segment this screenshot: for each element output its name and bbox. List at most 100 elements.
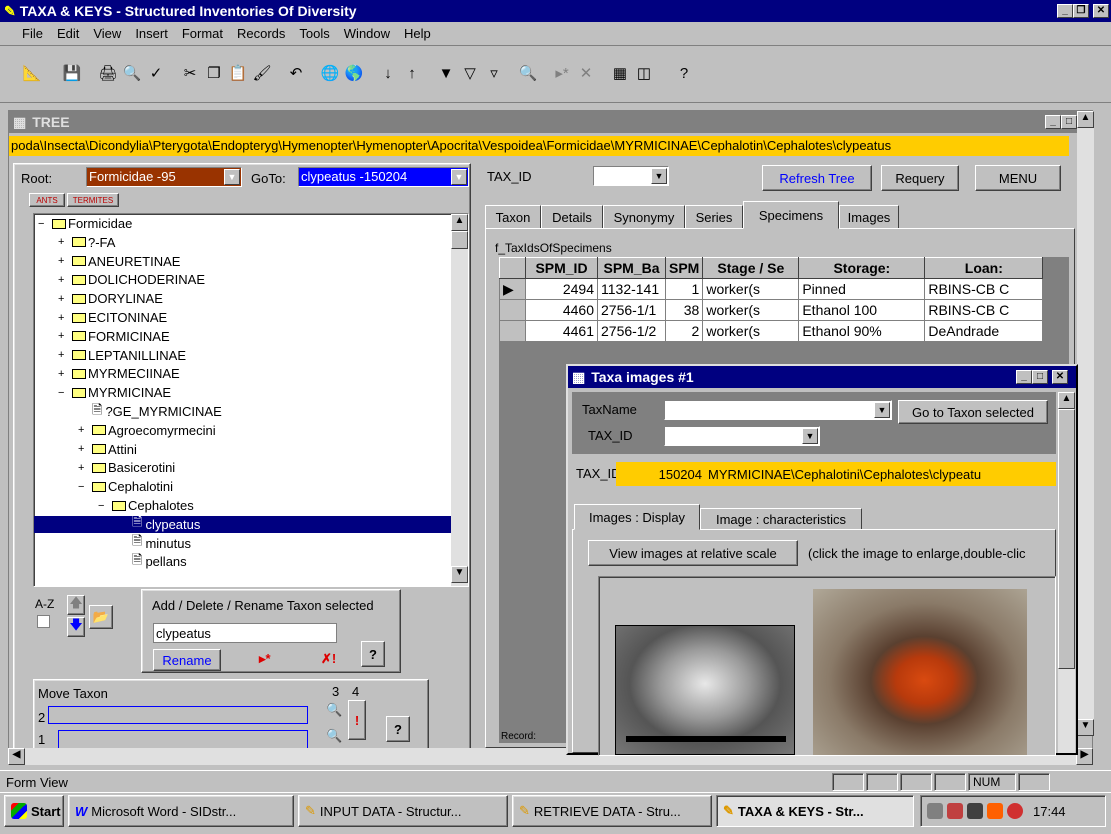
hyperlink-icon[interactable]: 🌎 <box>342 59 366 87</box>
table-cell[interactable]: 2 <box>664 320 704 342</box>
new-record-icon[interactable]: ▸* <box>550 59 574 87</box>
menu-records[interactable]: Records <box>237 26 285 41</box>
task-taxa-keys[interactable]: ✎ TAXA & KEYS - Str... <box>716 795 914 827</box>
find-icon[interactable]: 🔍 <box>516 59 540 87</box>
expand-icon[interactable]: + <box>58 312 72 324</box>
tree-scrollbar[interactable]: ▲ ▼ <box>451 214 468 586</box>
taxon-name-input[interactable] <box>153 623 337 643</box>
sort-desc-icon[interactable]: ↑ <box>400 59 424 87</box>
collapse-icon[interactable]: − <box>98 500 112 512</box>
tab-series[interactable]: Series <box>685 205 743 229</box>
table-row[interactable]: ▶ 2494 1132-141 1 worker(s Pinned RBINS-CB C <box>499 278 1044 300</box>
table-cell[interactable]: Ethanol 90% <box>798 320 926 342</box>
expand-icon[interactable]: + <box>78 462 92 474</box>
table-cell[interactable]: worker(s <box>702 299 800 321</box>
view-relative-scale-button[interactable]: View images at relative scale <box>588 540 798 566</box>
expand-icon[interactable]: + <box>58 255 72 267</box>
tab-termites[interactable]: TERMITES <box>67 193 119 207</box>
tree-minimize-icon[interactable]: _ <box>1045 115 1061 129</box>
tree-node[interactable]: − Cephalotes <box>34 497 451 514</box>
table-cell[interactable]: RBINS-CB C <box>924 278 1044 300</box>
images-scrollbar[interactable]: ▲ <box>1058 392 1075 753</box>
cut-icon[interactable]: ✂ <box>178 59 202 87</box>
scroll-down-icon[interactable]: ▼ <box>1077 719 1094 736</box>
menu-edit[interactable]: Edit <box>57 26 79 41</box>
table-cell[interactable]: 2494 <box>525 278 598 300</box>
paste-icon[interactable]: 📋 <box>226 59 250 87</box>
collapse-icon[interactable]: − <box>78 481 92 493</box>
task-word[interactable]: W Microsoft Word - SIDstr... <box>68 795 294 827</box>
col-loan[interactable]: Loan: <box>924 257 1044 279</box>
help-icon[interactable]: ? <box>672 59 696 87</box>
table-cell[interactable]: 2756-1/1 <box>597 299 666 321</box>
format-painter-icon[interactable]: 🖌 <box>250 59 274 87</box>
tree-node[interactable]: + FORMICINAE <box>34 328 451 345</box>
tree-node[interactable]: + MYRMECIINAE <box>34 365 451 382</box>
tree-node[interactable]: + ECITONINAE <box>34 309 451 326</box>
col-spm-id[interactable]: SPM_ID <box>525 257 598 279</box>
sort-asc-icon[interactable]: ↓ <box>376 59 400 87</box>
row-selector[interactable] <box>499 299 526 321</box>
apply-filter-icon[interactable]: ▿ <box>482 59 506 87</box>
menu-format[interactable]: Format <box>182 26 223 41</box>
expand-icon[interactable]: + <box>78 443 92 455</box>
table-cell[interactable]: 4460 <box>525 299 598 321</box>
menu-view[interactable]: View <box>93 26 121 41</box>
tree-view[interactable]: − Formicidae + ?-FA + ANEURETINAE + DOLICHODERI… <box>33 213 469 587</box>
requery-button[interactable]: Requery <box>881 165 959 191</box>
specimens-table[interactable]: SPM_ID SPM_Ba SPM Stage / Se Storage: Lo… <box>499 257 1044 342</box>
az-checkbox[interactable] <box>37 615 50 628</box>
tree-node[interactable]: + ANEURETINAE <box>34 253 451 270</box>
expand-icon[interactable]: + <box>58 293 72 305</box>
move-help-button[interactable]: ? <box>386 716 410 742</box>
table-row[interactable]: 4461 2756-1/2 2 worker(s Ethanol 90% DeAndrad… <box>499 320 1044 342</box>
menu-tools[interactable]: Tools <box>299 26 329 41</box>
chevron-down-icon[interactable]: ▼ <box>451 169 467 185</box>
restore-icon[interactable]: ❐ <box>1073 4 1089 18</box>
tab-ants[interactable]: ANTS <box>29 193 65 207</box>
col-spm-ba[interactable]: SPM_Ba <box>597 257 666 279</box>
move-up-button[interactable]: 🡅 <box>67 595 85 615</box>
expand-icon[interactable]: + <box>58 274 72 286</box>
task-retrieve-data[interactable]: ✎ RETRIEVE DATA - Stru... <box>512 795 712 827</box>
refresh-tree-button[interactable]: Refresh Tree <box>762 165 872 191</box>
menu-window[interactable]: Window <box>344 26 390 41</box>
table-cell[interactable]: 1132-141 <box>597 278 666 300</box>
scroll-thumb[interactable] <box>451 231 468 249</box>
tree-node[interactable]: − MYRMICINAE <box>34 384 451 401</box>
menu-help[interactable]: Help <box>404 26 431 41</box>
move-down-button[interactable]: 🡇 <box>67 617 85 637</box>
database-window-icon[interactable]: ▦ <box>608 59 632 87</box>
tab-images[interactable]: Images <box>839 205 899 229</box>
goto-taxon-button[interactable]: Go to Taxon selected <box>898 400 1048 424</box>
scroll-up-icon[interactable]: ▲ <box>451 214 468 231</box>
tab-specimens[interactable]: Specimens <box>743 201 839 229</box>
table-cell[interactable]: worker(s <box>702 278 800 300</box>
print-preview-icon[interactable]: 🔍 <box>120 59 144 87</box>
edit-help-button[interactable]: ? <box>361 641 385 667</box>
tray-icon[interactable] <box>947 803 963 819</box>
chevron-down-icon[interactable]: ▼ <box>224 169 240 185</box>
tab-image-characteristics[interactable]: Image : characteristics <box>700 508 862 530</box>
tree-node[interactable]: + Attini <box>34 441 451 458</box>
collapse-icon[interactable]: − <box>38 218 52 230</box>
print-icon[interactable]: 🖨 <box>96 59 120 87</box>
move-exec-button[interactable]: ! <box>348 700 366 740</box>
table-cell[interactable]: RBINS-CB C <box>924 299 1044 321</box>
spelling-icon[interactable]: ✓ <box>144 59 168 87</box>
undo-icon[interactable]: ↶ <box>284 59 308 87</box>
table-cell[interactable]: worker(s <box>702 320 800 342</box>
design-view-icon[interactable]: 📐 <box>20 59 44 87</box>
specimen-image-photo[interactable] <box>813 589 1027 755</box>
scroll-left-icon[interactable]: ◀ <box>8 748 25 765</box>
table-cell[interactable]: 4461 <box>525 320 598 342</box>
goto-select[interactable]: clypeatus -150204 ▼ <box>298 167 469 187</box>
tree-node[interactable]: + ?-FA <box>34 234 451 251</box>
images-taxid-select[interactable]: ▼ <box>664 426 820 446</box>
tree-maximize-icon[interactable]: □ <box>1061 115 1077 129</box>
start-button[interactable]: Start <box>4 795 64 827</box>
taxid-select[interactable]: ▼ <box>593 166 669 186</box>
tree-node[interactable]: 🗎 pellans <box>34 552 451 570</box>
scroll-up-icon[interactable]: ▲ <box>1077 111 1094 128</box>
tree-node[interactable]: − Cephalotini <box>34 478 451 495</box>
